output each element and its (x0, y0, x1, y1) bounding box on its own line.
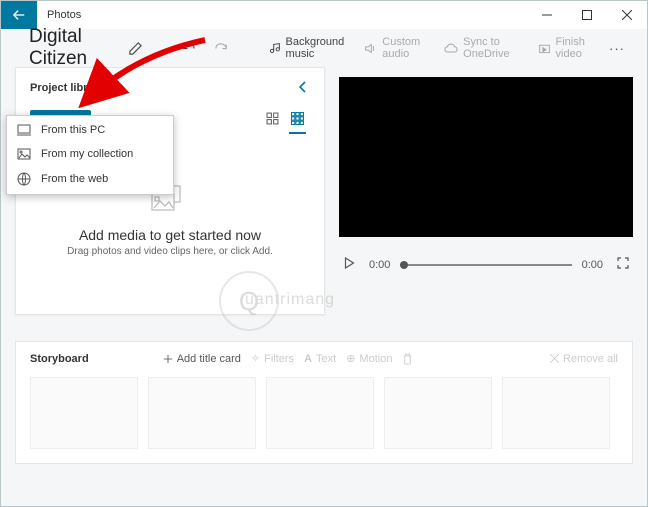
background-music-button[interactable]: Background music (260, 32, 353, 64)
remove-all-button[interactable]: Remove all (550, 352, 618, 365)
library-title: Project library (30, 82, 104, 94)
view-large-grid[interactable] (289, 110, 306, 134)
web-icon (17, 172, 31, 186)
video-preview[interactable] (339, 77, 633, 237)
seek-track[interactable] (400, 264, 571, 266)
text-icon: A (304, 353, 312, 365)
audio-icon (364, 42, 377, 55)
plus-icon (163, 354, 173, 364)
pc-icon (17, 124, 31, 136)
music-icon (268, 42, 281, 55)
custom-audio-button[interactable]: Custom audio (356, 32, 432, 64)
window-title: Photos (37, 9, 527, 21)
add-title-card-button[interactable]: Add title card (163, 352, 241, 365)
close-icon (550, 354, 559, 363)
add-from-web[interactable]: From the web (7, 166, 173, 192)
more-button[interactable]: ··· (603, 37, 631, 60)
export-icon (538, 42, 551, 55)
maximize-button[interactable] (567, 1, 607, 29)
storyboard-slot[interactable] (266, 377, 374, 449)
time-current: 0:00 (369, 259, 390, 271)
add-from-pc[interactable]: From this PC (7, 118, 173, 142)
storyboard-panel: Storyboard Add title card ✧Filters AText… (15, 341, 633, 464)
motion-button[interactable]: ⊕Motion (346, 352, 392, 365)
text-button[interactable]: AText (304, 352, 336, 365)
cloud-icon (444, 42, 458, 55)
storyboard-title: Storyboard (30, 353, 89, 365)
project-name[interactable]: Digital Citizen (17, 26, 116, 70)
time-total: 0:00 (582, 259, 603, 271)
collapse-library-button[interactable] (296, 78, 310, 98)
motion-icon: ⊕ (346, 352, 355, 365)
view-small-grid[interactable] (264, 110, 281, 134)
redo-button[interactable] (207, 37, 238, 60)
storyboard-slot[interactable] (384, 377, 492, 449)
add-dropdown-menu: From this PC From my collection From the… (6, 115, 174, 195)
storyboard-slot[interactable] (502, 377, 610, 449)
filters-icon: ✧ (251, 352, 260, 365)
close-button[interactable] (607, 1, 647, 29)
undo-button[interactable] (172, 37, 203, 60)
back-button[interactable] (1, 1, 37, 29)
placeholder-subtitle: Drag photos and video clips here, or cli… (30, 246, 310, 257)
trash-icon (402, 353, 413, 365)
sync-onedrive-button[interactable]: Sync to OneDrive (436, 32, 525, 64)
collection-icon (17, 148, 31, 160)
filters-button[interactable]: ✧Filters (251, 352, 294, 365)
placeholder-title: Add media to get started now (30, 227, 310, 243)
storyboard-slot[interactable] (148, 377, 256, 449)
add-from-collection[interactable]: From my collection (7, 142, 173, 166)
minimize-button[interactable] (527, 1, 567, 29)
fullscreen-button[interactable] (613, 257, 633, 272)
storyboard-slot[interactable] (30, 377, 138, 449)
delete-button[interactable] (402, 352, 413, 365)
play-button[interactable] (339, 257, 359, 272)
preview-panel: 0:00 0:00 (339, 67, 633, 315)
finish-video-button[interactable]: Finish video (530, 32, 599, 64)
rename-button[interactable] (120, 37, 151, 60)
